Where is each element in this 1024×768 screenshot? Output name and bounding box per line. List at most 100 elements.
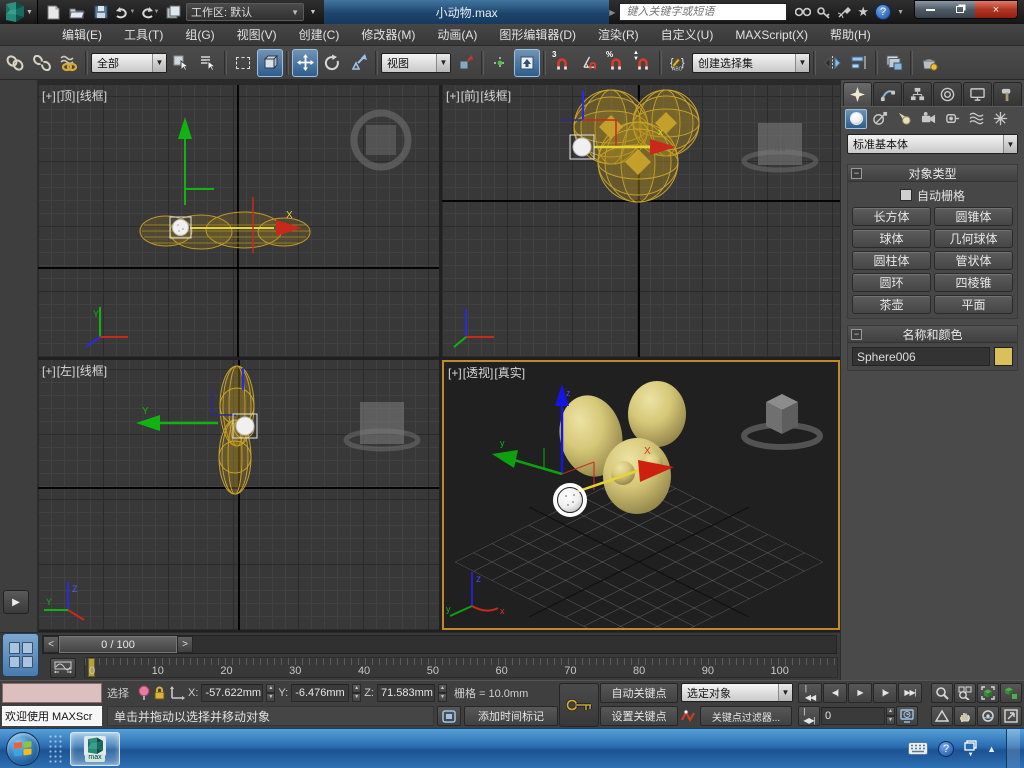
- tray-show-hidden-icons[interactable]: ▲: [987, 744, 996, 754]
- viewport-menu-plus[interactable]: [+]: [42, 364, 56, 378]
- tab-display[interactable]: [963, 82, 992, 106]
- workspace-dropdown[interactable]: 工作区: 默认 ▼: [186, 3, 304, 21]
- menu-graph-editors[interactable]: 图形编辑器(D): [489, 24, 586, 45]
- time-configuration-button[interactable]: [896, 706, 918, 727]
- pan-view-button[interactable]: [954, 706, 976, 727]
- object-name-field[interactable]: Sphere006: [852, 347, 990, 366]
- gizmo-y-arrow[interactable]: [184, 135, 214, 205]
- viewport-menu-shading[interactable]: [线框]: [480, 89, 511, 103]
- open-file-button[interactable]: [66, 2, 88, 22]
- tab-create[interactable]: [843, 82, 872, 106]
- use-pivot-center-button[interactable]: [452, 49, 478, 77]
- pyramid-button[interactable]: 四棱锥: [934, 273, 1013, 292]
- infocenter-arrow[interactable]: ▶: [609, 8, 615, 17]
- selection-lock-icon[interactable]: [153, 685, 166, 700]
- menu-create[interactable]: 创建(C): [289, 24, 350, 45]
- play-button[interactable]: ▶: [848, 682, 872, 703]
- viewport-perspective[interactable]: [+][透视][真实] z y X z y x: [442, 360, 840, 630]
- undo-button[interactable]: ▼: [114, 2, 136, 22]
- render-setup-button[interactable]: [916, 49, 942, 77]
- select-and-link-button[interactable]: [2, 49, 28, 77]
- zoom-button[interactable]: [931, 682, 953, 703]
- z-spinner[interactable]: ▲ ▼: [437, 683, 447, 702]
- x-spinner[interactable]: ▲ ▼: [266, 683, 276, 702]
- unlink-selection-button[interactable]: [29, 49, 55, 77]
- frame-spinner[interactable]: ▲ ▼: [886, 707, 895, 726]
- minimize-button[interactable]: [915, 1, 945, 18]
- menu-views[interactable]: 视图(V): [227, 24, 287, 45]
- app-menu-button[interactable]: ▼: [0, 0, 38, 24]
- menu-modifiers[interactable]: 修改器(M): [351, 24, 425, 45]
- name-color-rollout-header[interactable]: − 名称和颜色: [848, 326, 1017, 343]
- maxscript-mini-listener[interactable]: [2, 682, 102, 703]
- select-and-rotate-button[interactable]: [319, 49, 345, 77]
- go-to-start-button[interactable]: |◀◀: [798, 682, 822, 703]
- geosphere-button[interactable]: 几何球体: [934, 229, 1013, 248]
- keyboard-shortcut-override-toggle[interactable]: [514, 48, 540, 77]
- close-button[interactable]: ×: [975, 1, 1017, 18]
- selected-sphere[interactable]: [558, 488, 582, 512]
- viewport-menu-shading[interactable]: [线框]: [76, 89, 107, 103]
- set-keys-button[interactable]: [559, 683, 599, 727]
- tab-hierarchy[interactable]: [903, 82, 932, 106]
- viewport-layout-tabs-button[interactable]: [2, 633, 39, 677]
- maximize-viewport-toggle[interactable]: [1000, 706, 1022, 727]
- select-and-manipulate-button[interactable]: [487, 49, 513, 77]
- menu-customize[interactable]: 自定义(U): [651, 24, 724, 45]
- viewport-left[interactable]: [+][左][线框] Y Z Y: [38, 360, 439, 630]
- cylinder-button[interactable]: 圆柱体: [852, 251, 931, 270]
- maxscript-listener-line[interactable]: 欢迎使用 MAXScr: [2, 706, 102, 727]
- selected-sphere[interactable]: [172, 219, 189, 236]
- taskbar-3dsmax-button[interactable]: max: [70, 731, 120, 766]
- input-keyboard-tray-icon[interactable]: [908, 742, 929, 755]
- tube-button[interactable]: 管状体: [934, 251, 1013, 270]
- add-time-tag-button[interactable]: 添加时间标记: [464, 706, 558, 727]
- cone-button[interactable]: 圆锥体: [934, 207, 1013, 226]
- key-filters-curve-icon[interactable]: [681, 709, 697, 723]
- new-file-button[interactable]: [42, 2, 64, 22]
- time-slider-track[interactable]: < 0 / 100 >: [42, 635, 837, 654]
- object-color-swatch[interactable]: [994, 347, 1013, 366]
- category-cameras[interactable]: [917, 109, 939, 129]
- zoom-extents-button[interactable]: [977, 682, 999, 703]
- layer-manager-button[interactable]: [881, 49, 907, 77]
- previous-frame-button[interactable]: ◀|: [823, 682, 847, 703]
- mini-curve-editor-button[interactable]: [50, 658, 76, 678]
- category-geometry[interactable]: [845, 108, 867, 129]
- time-step-forward-button[interactable]: >: [177, 636, 193, 653]
- select-and-scale-button[interactable]: [346, 49, 372, 77]
- tab-modify[interactable]: [873, 82, 902, 106]
- viewport-menu-view[interactable]: [顶]: [57, 89, 76, 103]
- save-file-button[interactable]: [90, 2, 112, 22]
- sphere-button[interactable]: 球体: [852, 229, 931, 248]
- absolute-mode-icon[interactable]: [169, 685, 185, 700]
- sphere-ear-right[interactable]: [628, 381, 686, 447]
- category-space-warps[interactable]: [965, 109, 987, 129]
- viewport-top[interactable]: [+][顶][线框] X Y: [38, 85, 439, 357]
- menu-help[interactable]: 帮助(H): [820, 24, 881, 45]
- percent-snap-toggle-button[interactable]: %: [603, 49, 629, 77]
- notification-balloon-icon[interactable]: [138, 685, 150, 701]
- reference-coordinate-dropdown[interactable]: 视图 ▼: [381, 52, 451, 73]
- time-slider-handle[interactable]: 0 / 100: [59, 636, 177, 653]
- viewcube-face[interactable]: [366, 125, 396, 155]
- plane-button[interactable]: 平面: [934, 295, 1013, 314]
- viewport-front[interactable]: [+][前][线框] 前 x: [442, 85, 840, 357]
- menu-maxscript[interactable]: MAXScript(X): [725, 26, 818, 44]
- category-lights[interactable]: [893, 109, 915, 129]
- zoom-extents-all-button[interactable]: [1000, 682, 1022, 703]
- tray-window-stack-icon[interactable]: ▼: [964, 739, 977, 758]
- angle-snap-toggle-button[interactable]: [576, 49, 602, 77]
- help-caret[interactable]: ▼: [897, 9, 904, 16]
- category-shapes[interactable]: [869, 109, 891, 129]
- spinner-snap-toggle-button[interactable]: ▲ ▼: [630, 49, 656, 77]
- z-coordinate-field[interactable]: 71.583mm: [376, 683, 435, 702]
- torus-button[interactable]: 圆环: [852, 273, 931, 292]
- bind-to-space-warp-button[interactable]: [56, 49, 82, 77]
- gizmo-y-arrow[interactable]: [136, 415, 160, 431]
- viewcube[interactable]: [741, 394, 823, 450]
- viewport-menu-plus[interactable]: [+]: [446, 89, 460, 103]
- current-frame-field[interactable]: 0: [821, 707, 885, 726]
- selection-filter-dropdown[interactable]: 全部 ▼: [91, 52, 167, 73]
- search-input[interactable]: [624, 5, 783, 19]
